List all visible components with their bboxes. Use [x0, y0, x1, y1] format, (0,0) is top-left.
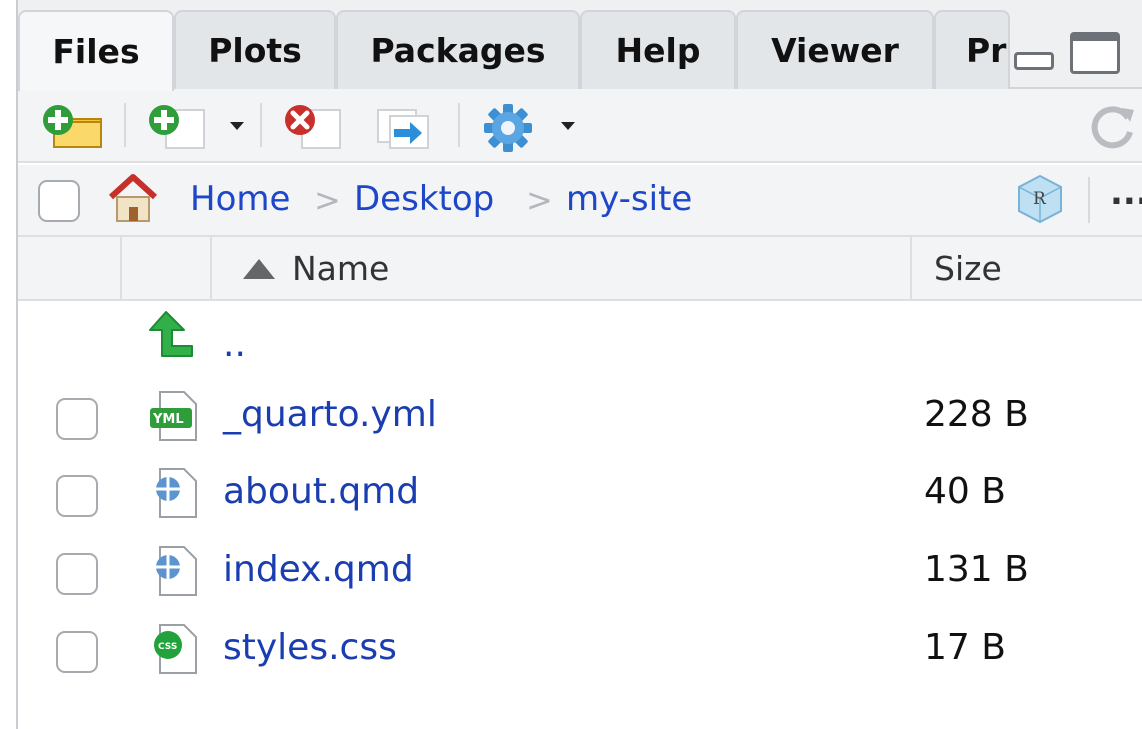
file-size: 40 B	[924, 471, 1006, 512]
tab-label: Help	[615, 31, 701, 70]
refresh-icon[interactable]	[1086, 102, 1140, 154]
file-row: YML _quarto.yml 228 B	[18, 380, 1142, 456]
tab-bar: Files Plots Packages Help Viewer Pr	[18, 0, 1142, 91]
file-size: 17 B	[924, 627, 1006, 668]
breadcrumb: Home > Desktop > my-site R ...	[18, 165, 1142, 237]
maximize-pane-button[interactable]	[1070, 32, 1120, 74]
gear-icon[interactable]	[478, 102, 538, 158]
r-project-icon[interactable]: R	[1014, 173, 1066, 229]
tab-label: Pr	[966, 31, 1007, 70]
file-row: CSS styles.css 17 B	[18, 613, 1142, 689]
select-all-checkbox[interactable]	[38, 180, 80, 222]
sort-ascending-icon	[243, 259, 275, 279]
file-size: 228 B	[924, 394, 1029, 435]
file-checkbox[interactable]	[56, 553, 98, 595]
file-checkbox[interactable]	[56, 398, 98, 440]
rename-icon[interactable]	[372, 102, 434, 154]
new-file-icon[interactable]	[146, 102, 208, 154]
svg-text:R: R	[1033, 189, 1047, 209]
column-header-name[interactable]: Name	[292, 249, 389, 288]
more-options-dropdown-icon[interactable]	[561, 122, 575, 130]
new-folder-icon[interactable]	[40, 102, 106, 154]
file-checkbox[interactable]	[56, 631, 98, 673]
parent-directory-link[interactable]: ..	[223, 324, 246, 365]
breadcrumb-home[interactable]: Home	[190, 179, 290, 219]
tab-viewer[interactable]: Viewer	[736, 10, 934, 89]
files-toolbar	[18, 89, 1142, 163]
tab-files[interactable]: Files	[18, 10, 174, 91]
file-name-link[interactable]: about.qmd	[223, 471, 419, 512]
file-row: index.qmd 131 B	[18, 535, 1142, 611]
yml-file-icon: YML	[146, 388, 202, 448]
tab-presentation[interactable]: Pr	[934, 10, 1010, 89]
file-name-link[interactable]: _quarto.yml	[223, 394, 437, 435]
parent-directory-row[interactable]: ..	[18, 306, 1142, 382]
column-header-row: Name Size	[18, 237, 1142, 301]
tab-label: Packages	[370, 31, 546, 70]
tab-help[interactable]: Help	[580, 10, 736, 89]
tab-label: Plots	[208, 31, 302, 70]
quarto-file-icon	[146, 543, 202, 603]
delete-icon[interactable]	[282, 102, 344, 154]
breadcrumb-separator: >	[526, 181, 553, 219]
up-arrow-icon	[146, 308, 198, 364]
file-checkbox[interactable]	[56, 475, 98, 517]
tab-plots[interactable]: Plots	[174, 10, 336, 89]
tab-packages[interactable]: Packages	[336, 10, 580, 89]
tab-label: Files	[52, 32, 140, 71]
column-header-size[interactable]: Size	[934, 249, 1002, 288]
minimize-pane-button[interactable]	[1008, 32, 1060, 74]
svg-text:CSS: CSS	[158, 642, 177, 652]
more-button[interactable]: ...	[1110, 173, 1142, 213]
svg-text:YML: YML	[152, 412, 184, 427]
file-name-link[interactable]: styles.css	[223, 627, 397, 668]
breadcrumb-separator: >	[314, 181, 341, 219]
new-file-dropdown-icon[interactable]	[230, 122, 244, 130]
breadcrumb-desktop[interactable]: Desktop	[354, 179, 494, 219]
files-pane: Files Plots Packages Help Viewer Pr Home…	[16, 0, 1142, 729]
file-size: 131 B	[924, 549, 1029, 590]
file-name-link[interactable]: index.qmd	[223, 549, 414, 590]
css-file-icon: CSS	[146, 621, 202, 681]
file-row: about.qmd 40 B	[18, 457, 1142, 533]
tab-label: Viewer	[771, 31, 899, 70]
home-icon[interactable]	[102, 171, 164, 231]
breadcrumb-my-site[interactable]: my-site	[566, 179, 692, 219]
quarto-file-icon	[146, 465, 202, 525]
